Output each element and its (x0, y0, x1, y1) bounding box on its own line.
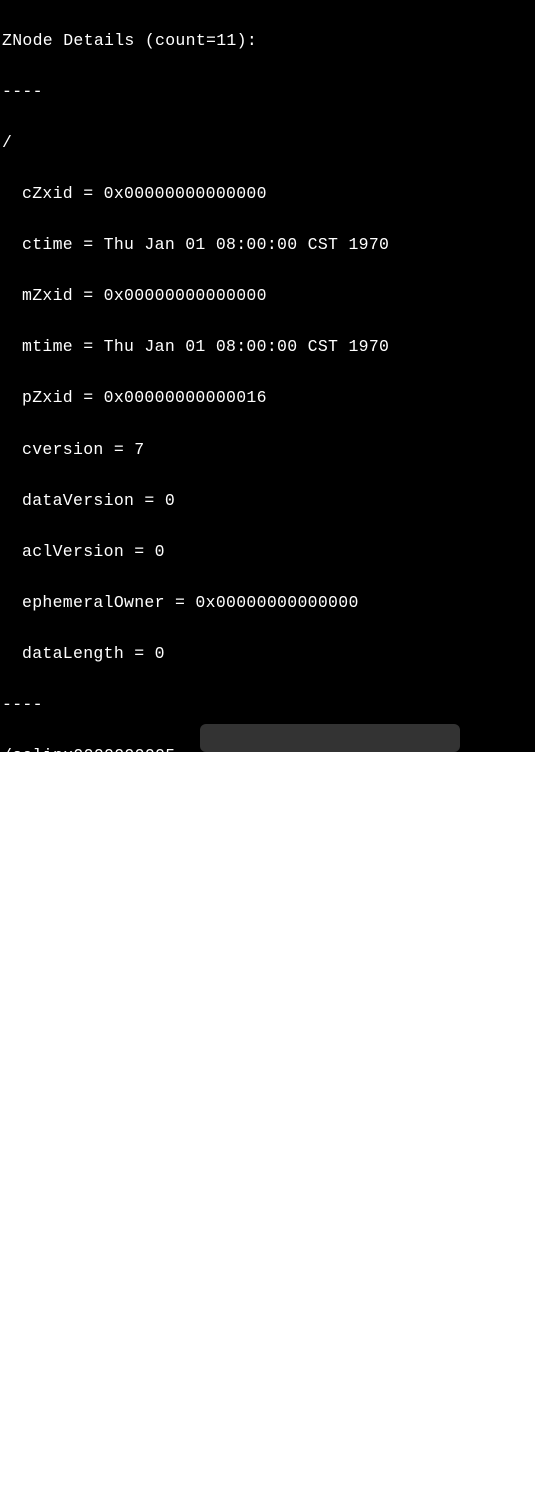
field-pZxid: pZxid = 0x00000000000015 (2, 999, 533, 1025)
field-aclVersion: aclVersion = 0 (2, 539, 533, 565)
divider: ---- (2, 79, 533, 105)
field-dataVersion: dataVersion = 0 (2, 1101, 533, 1127)
field-ctime: ctime = Wed Aug 12 16:43:38 CST 2015 (2, 846, 533, 872)
field-dataLength: dataLength = 6 (2, 1255, 533, 1281)
field-aclVersion: aclVersion = 0 (2, 1152, 533, 1178)
field-ephemeralOwner: ephemeralOwner = 0x00000000000000 (2, 1203, 533, 1229)
divider: ---- (2, 1306, 533, 1332)
field-dataLength: dataLength = 0 (2, 641, 533, 667)
field-cZxid: cZxid = 0x00000000000000 (2, 181, 533, 207)
field-ephemeralOwner: ephemeralOwner = 0x00000000000000 (2, 590, 533, 616)
field-mZxid: mZxid = 0x00000000000000 (2, 283, 533, 309)
watermark-overlay (200, 724, 460, 752)
field-cversion: cversion = 0 (2, 1050, 533, 1076)
session-header: Session Details (sid, timeout, ephemeral… (2, 1408, 533, 1434)
field-mZxid: mZxid = 0x00000000000015 (2, 897, 533, 923)
field-cZxid: cZxid = 0x00000000000015 (2, 794, 533, 820)
field-dataVersion: dataVersion = 0 (2, 488, 533, 514)
znode-header: ZNode Details (count=11): (2, 28, 533, 54)
field-mtime: mtime = Wed Aug 12 16:43:38 CST 2015 (2, 948, 533, 974)
divider: ---- (2, 692, 533, 718)
field-ctime: ctime = Thu Jan 01 08:00:00 CST 1970 (2, 232, 533, 258)
field-cversion: cversion = 7 (2, 437, 533, 463)
session-row: 0x14f211584840000, 4000, 0 (2, 1459, 533, 1485)
terminal-output: ZNode Details (count=11): ---- / cZxid =… (0, 0, 535, 752)
divider: ---- (2, 1357, 533, 1383)
field-pZxid: pZxid = 0x00000000000016 (2, 385, 533, 411)
node-path: / (2, 130, 533, 156)
field-mtime: mtime = Thu Jan 01 08:00:00 CST 1970 (2, 334, 533, 360)
